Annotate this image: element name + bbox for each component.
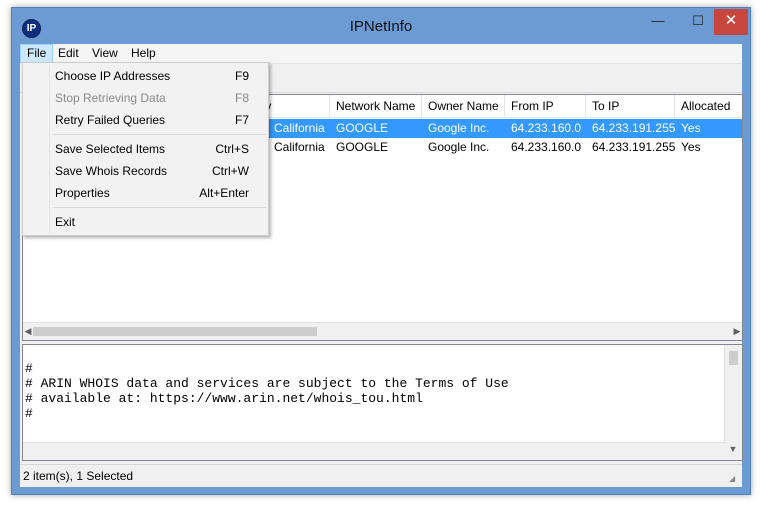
menu-file[interactable]: File <box>20 44 54 63</box>
cell-to-ip: 64.233.191.255 <box>592 121 676 135</box>
cell-owner-name: Google Inc. <box>428 121 490 135</box>
scrollbar-thumb[interactable] <box>729 351 738 365</box>
status-text: 2 item(s), 1 Selected <box>23 469 134 483</box>
whois-line: # <box>25 361 33 376</box>
menu-item-label: Retry Failed Queries <box>55 113 166 127</box>
cell-from-ip: 64.233.160.0 <box>511 121 582 135</box>
cell-network-name: GOOGLE <box>336 121 389 135</box>
menu-item-retry-failed-queries[interactable]: Retry Failed Queries F7 <box>25 109 266 131</box>
column-header-owner-name[interactable]: Owner Name <box>422 95 505 117</box>
menu-view[interactable]: View <box>86 45 124 62</box>
menu-item-label: Save Selected Items <box>55 142 166 156</box>
resize-grip-icon[interactable]: ◢ <box>729 474 739 484</box>
whois-line: # available at: https://www.arin.net/who… <box>25 391 423 406</box>
cell-to-ip: 64.233.191.255 <box>592 140 676 154</box>
text-vertical-scrollbar[interactable]: ▼ <box>724 345 742 460</box>
cell-allocated: Yes <box>681 121 701 135</box>
cell-allocated: Yes <box>681 140 701 154</box>
menu-edit[interactable]: Edit <box>52 45 85 62</box>
title-bar[interactable]: IP IPNetInfo — ☐ ✕ <box>12 8 750 44</box>
scroll-down-arrow-icon[interactable]: ▼ <box>728 443 738 456</box>
menu-item-shortcut: F7 <box>234 113 249 127</box>
column-header-allocated[interactable]: Allocated <box>675 95 742 117</box>
cell-owner-name: Google Inc. <box>428 140 490 154</box>
whois-text-pane[interactable]: # # ARIN WHOIS data and services are sub… <box>22 344 743 461</box>
column-header-to-ip[interactable]: To IP <box>586 95 675 117</box>
menu-item-save-whois-records[interactable]: Save Whois Records Ctrl+W <box>25 160 266 182</box>
menu-item-exit[interactable]: Exit <box>25 211 266 233</box>
whois-line: # <box>25 406 33 421</box>
column-header-from-ip[interactable]: From IP <box>505 95 586 117</box>
menu-item-shortcut: Ctrl+S <box>215 142 249 156</box>
menu-item-label: Save Whois Records <box>55 164 168 178</box>
whois-line: # ARIN WHOIS data and services are subje… <box>25 376 509 391</box>
scroll-right-arrow-icon[interactable]: ▶ <box>732 325 742 338</box>
menu-item-shortcut: F9 <box>234 69 249 83</box>
menu-item-label: Properties <box>55 186 110 200</box>
menu-item-shortcut: F8 <box>234 91 249 105</box>
cell-country: California <box>274 140 325 154</box>
close-button[interactable]: ✕ <box>714 9 748 35</box>
menu-item-shortcut: Alt+Enter <box>199 186 249 200</box>
menu-bar: File Edit View Help <box>20 44 742 64</box>
menu-item-shortcut: Ctrl+W <box>212 164 249 178</box>
status-bar: 2 item(s), 1 Selected ◢ <box>20 464 742 487</box>
minimize-button[interactable]: — <box>638 9 678 35</box>
menu-item-label: Exit <box>55 215 76 229</box>
cell-network-name: GOOGLE <box>336 140 389 154</box>
scroll-left-arrow-icon[interactable]: ◀ <box>23 325 33 338</box>
cell-from-ip: 64.233.160.0 <box>511 140 582 154</box>
scrollbar-thumb[interactable] <box>33 327 317 336</box>
list-horizontal-scrollbar[interactable]: ◀ ▶ <box>23 322 742 340</box>
menu-item-save-selected-items[interactable]: Save Selected Items Ctrl+S <box>25 138 266 160</box>
file-menu-dropdown: Choose IP Addresses F9 Stop Retrieving D… <box>22 62 269 236</box>
menu-item-label: Choose IP Addresses <box>55 69 171 83</box>
menu-help[interactable]: Help <box>125 45 162 62</box>
maximize-button[interactable]: ☐ <box>678 9 718 35</box>
column-header-network-name[interactable]: Network Name <box>330 95 422 117</box>
cell-country: California <box>274 121 325 135</box>
menu-item-choose-ip-addresses[interactable]: Choose IP Addresses F9 <box>25 65 266 87</box>
menu-item-label: Stop Retrieving Data <box>55 91 166 105</box>
menu-separator <box>53 207 266 208</box>
text-horizontal-scrollbar[interactable] <box>23 442 725 460</box>
menu-separator <box>53 134 266 135</box>
menu-item-properties[interactable]: Properties Alt+Enter <box>25 182 266 204</box>
menu-item-stop-retrieving-data: Stop Retrieving Data F8 <box>25 87 266 109</box>
